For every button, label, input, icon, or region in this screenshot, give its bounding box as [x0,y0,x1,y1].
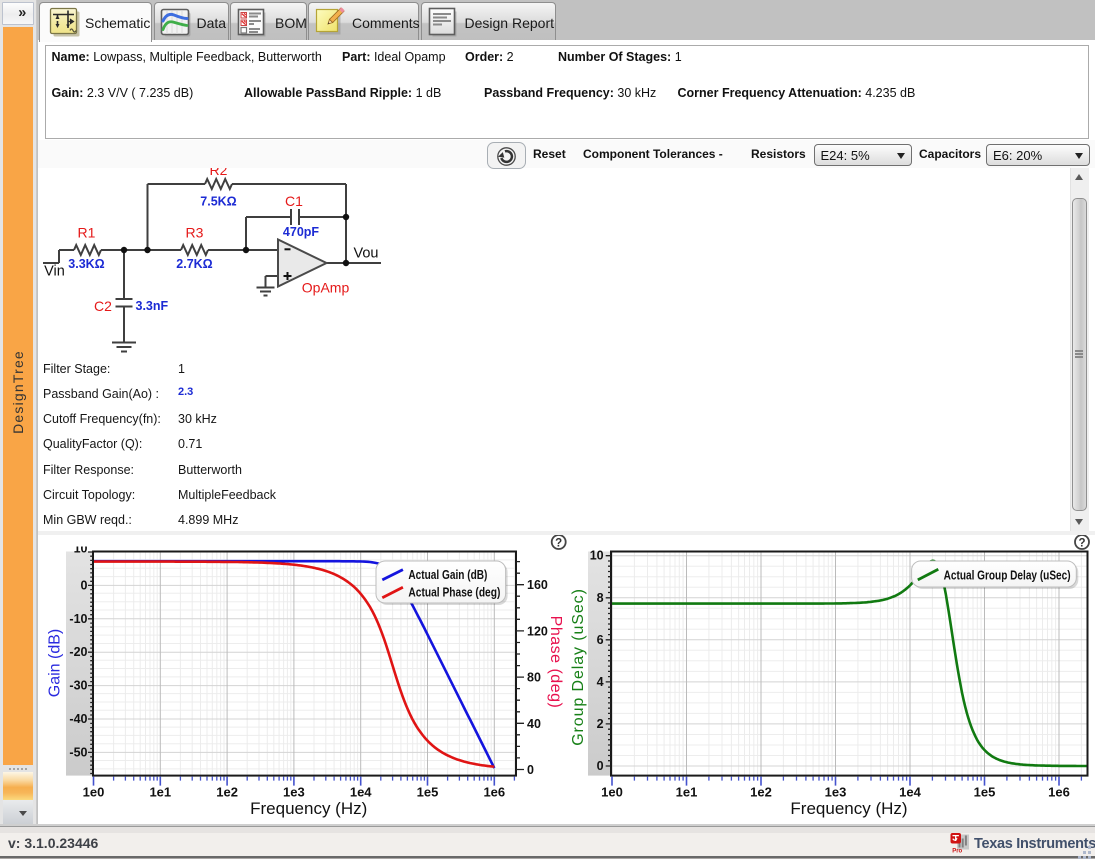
svg-text:?: ? [1078,538,1085,550]
svg-text:1e2: 1e2 [750,785,772,800]
svg-text:1e4: 1e4 [899,785,921,800]
svg-text:-20: -20 [69,645,87,659]
svg-text:1e6: 1e6 [1048,785,1070,800]
svg-text:-40: -40 [69,712,87,726]
svg-text:Frequency (Hz): Frequency (Hz) [250,799,367,818]
svg-text:40: 40 [527,717,541,731]
svg-text:4: 4 [597,675,604,689]
svg-text:Actual Group Delay (uSec): Actual Group Delay (uSec) [944,569,1071,583]
svg-text:1e0: 1e0 [601,785,623,800]
svg-text:2: 2 [597,717,604,731]
svg-text:1e4: 1e4 [350,785,372,800]
svg-text:1e3: 1e3 [283,785,305,800]
svg-text:7.5KΩ: 7.5KΩ [200,195,236,209]
svg-text:1e5: 1e5 [417,785,439,800]
svg-text:6: 6 [597,633,604,647]
svg-text:Frequency (Hz): Frequency (Hz) [790,799,907,818]
svg-text:Gain (dB): Gain (dB) [47,629,64,697]
svg-text:OpAmp: OpAmp [302,279,350,295]
svg-text:R3: R3 [186,225,204,241]
svg-text:-50: -50 [69,745,87,759]
svg-text:2.7KΩ: 2.7KΩ [176,257,212,271]
svg-text:10: 10 [590,549,604,563]
svg-text:3.3KΩ: 3.3KΩ [68,257,104,271]
svg-text:0: 0 [527,763,534,777]
svg-text:1e1: 1e1 [676,785,698,800]
svg-text:R1: R1 [78,225,96,241]
svg-text:Actual Gain (dB): Actual Gain (dB) [408,568,487,582]
svg-text:Group Delay (uSec): Group Delay (uSec) [570,588,587,746]
svg-text:80: 80 [527,671,541,685]
svg-text:1e0: 1e0 [83,785,105,800]
svg-text:1e6: 1e6 [483,785,505,800]
svg-text:C2: C2 [94,298,112,314]
svg-text:1e1: 1e1 [149,785,171,800]
svg-text:Vin: Vin [44,264,65,280]
svg-text:120: 120 [527,624,548,638]
svg-text:470pF: 470pF [283,225,319,239]
svg-text:1e5: 1e5 [974,785,996,800]
svg-text:?: ? [555,538,562,550]
svg-text:1e3: 1e3 [825,785,847,800]
svg-text:1e2: 1e2 [216,785,238,800]
svg-text:160: 160 [527,578,548,592]
svg-text:3.3nF: 3.3nF [136,299,169,313]
svg-text:0: 0 [81,578,88,592]
svg-text:-30: -30 [69,679,87,693]
svg-text:Actual Phase (deg): Actual Phase (deg) [408,586,500,600]
svg-text:-10: -10 [69,612,87,626]
svg-text:C1: C1 [285,193,303,209]
svg-text:R2: R2 [210,168,228,178]
svg-text:0: 0 [597,759,604,773]
svg-text:8: 8 [597,591,604,605]
svg-text:Phase (deg): Phase (deg) [547,616,564,709]
svg-text:Vou: Vou [354,246,379,262]
svg-text:Pro: Pro [952,849,962,855]
